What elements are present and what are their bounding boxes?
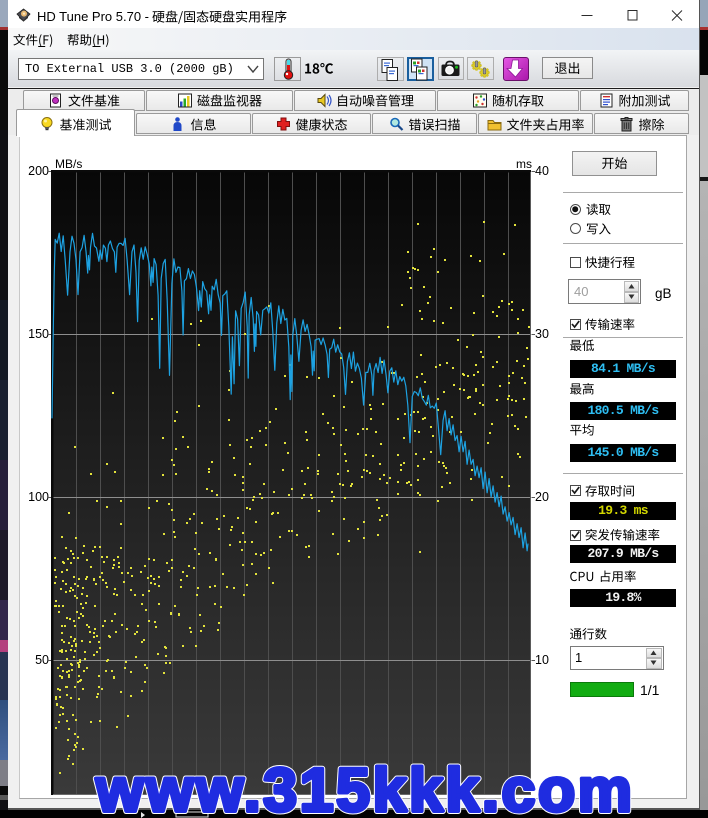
svg-text:www.315kkk.com: www.315kkk.com [95,756,632,818]
